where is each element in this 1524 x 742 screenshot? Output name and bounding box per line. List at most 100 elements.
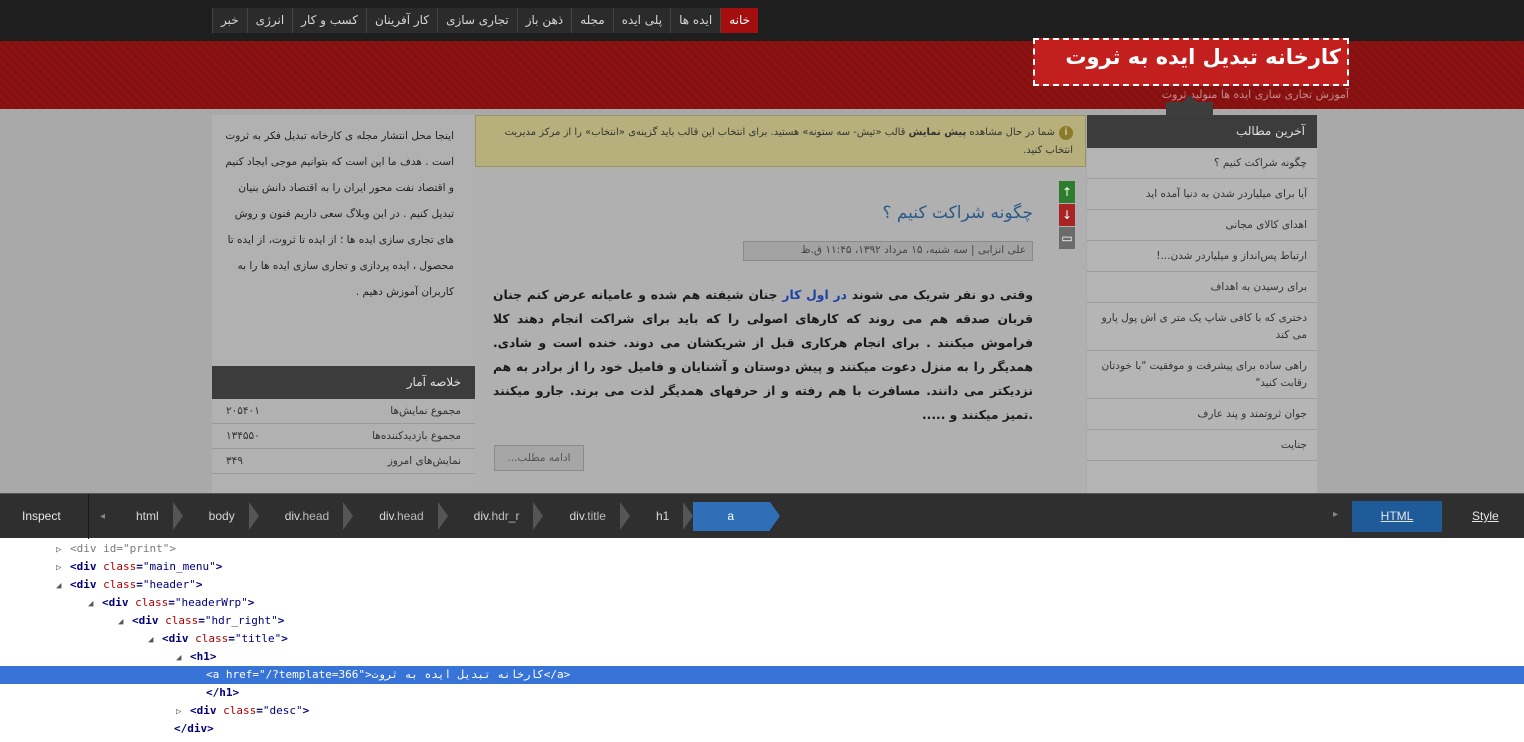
- collapse-icon[interactable]: ◢: [56, 577, 70, 595]
- breadcrumb-tag: body: [208, 509, 235, 523]
- tree-node[interactable]: </div>: [0, 720, 1524, 738]
- post-meta: علی انزابی | سه شنبه، ۱۵ مرداد ۱۳۹۲، ۱۱:…: [743, 241, 1033, 261]
- node-equals: =: [136, 560, 143, 573]
- node-attr-value: "hdr_right": [204, 614, 278, 627]
- recent-post-link[interactable]: آیا برای میلیاردر شدن به دنیا آمده اید: [1087, 179, 1317, 210]
- menu-item[interactable]: پلی ایده: [612, 8, 671, 33]
- breadcrumb-class: .hdr_r: [488, 509, 520, 523]
- node-tag: <div: [162, 632, 196, 645]
- menu-item[interactable]: ایده ها: [670, 8, 721, 33]
- node-attr-name: class: [165, 614, 199, 627]
- node-attr-value: "main_menu": [142, 560, 216, 573]
- breadcrumb-scroll-left-icon[interactable]: ◂: [100, 494, 105, 539]
- expand-icon[interactable]: ▷: [56, 559, 70, 577]
- stat-label: نمایش‌های امروز: [387, 455, 461, 467]
- menu-item[interactable]: کسب و کار: [292, 8, 366, 33]
- collapse-icon[interactable]: ◢: [148, 631, 162, 649]
- breadcrumb-scroll-right-icon[interactable]: ▸: [1333, 509, 1338, 520]
- post-excerpt: وقتی دو نفر شریک می شوند در اول کار جنان…: [493, 283, 1033, 427]
- recent-post-link[interactable]: جنایت: [1087, 430, 1317, 461]
- tree-node[interactable]: </h1>: [0, 684, 1524, 702]
- recent-post-link[interactable]: دختری که با کافی شاپ یک متر ی اش پول پار…: [1087, 303, 1317, 351]
- breadcrumb-item[interactable]: a: [693, 502, 780, 531]
- comment-icon[interactable]: ▭: [1059, 227, 1075, 249]
- menu-item[interactable]: ذهن باز: [516, 8, 572, 33]
- menu-item[interactable]: مجله: [571, 8, 613, 33]
- breadcrumb-item[interactable]: h1: [630, 502, 694, 531]
- node-equals: =: [252, 668, 259, 681]
- node-attr-name: class: [103, 578, 137, 591]
- node-tag: <div: [102, 596, 136, 609]
- tree-node[interactable]: ◢ <h1>: [0, 648, 1524, 666]
- node-equals: =: [256, 704, 263, 717]
- tree-node[interactable]: ◢ <div class="headerWrp">: [0, 594, 1524, 612]
- recent-post-link[interactable]: چگونه شراکت کنیم ؟: [1087, 148, 1317, 179]
- site-title-link[interactable]: کارخانه تبدیل ایده به ثروت: [1065, 45, 1341, 69]
- collapse-icon[interactable]: ◢: [118, 613, 132, 631]
- breadcrumb-class: .head: [299, 509, 330, 523]
- menu-item[interactable]: کار آفرینان: [365, 8, 438, 33]
- about-text: اینجا محل انتشار مجله ی کارخانه تبدیل فک…: [225, 130, 454, 298]
- recent-post-link[interactable]: برای رسیدن به اهداف: [1087, 272, 1317, 303]
- menu-item[interactable]: انرژی: [246, 8, 293, 33]
- breadcrumb-item[interactable]: html: [110, 502, 183, 531]
- node-tag: <div: [190, 704, 224, 717]
- arrow-down-icon[interactable]: ↓: [1059, 204, 1075, 226]
- screen: خبر انرژی کسب و کار کار آفرینان تجاری سازی ذه…: [0, 0, 1524, 742]
- site-description: آموزش تجاری سازی ایده ها منولید ثروت: [1161, 88, 1349, 101]
- tree-node[interactable]: ▷ <div id="print">: [0, 540, 1524, 558]
- tree-node[interactable]: ◢ <div class="title">: [0, 630, 1524, 648]
- node-close: >: [247, 596, 255, 609]
- recent-post-link[interactable]: اهدای کالای مجانی: [1087, 210, 1317, 241]
- webpage-viewport: خبر انرژی کسب و کار کار آفرینان تجاری سازی ذه…: [0, 0, 1524, 493]
- inspected-element-highlight[interactable]: کارخانه تبدیل ایده به ثروت: [1033, 38, 1349, 86]
- recent-post-link[interactable]: ارتباط پس‌انداز و میلیاردر شدن...!: [1087, 241, 1317, 272]
- arrow-up-icon[interactable]: ↑: [1059, 181, 1075, 203]
- tab-style[interactable]: Style: [1472, 509, 1499, 523]
- node-attr-value: "header": [142, 578, 196, 591]
- tree-node[interactable]: ◢ <div class="hdr_right">: [0, 612, 1524, 630]
- collapse-icon[interactable]: ◢: [176, 649, 190, 667]
- collapse-icon[interactable]: ◢: [88, 595, 102, 613]
- post-inline-link[interactable]: در اول کار: [782, 288, 847, 302]
- node-attr-value: "/?template=366": [259, 668, 365, 681]
- stat-label: مجموع بازدیدکننده‌ها: [372, 430, 461, 442]
- notice-text-bold: پیش نمایش: [908, 127, 967, 138]
- recent-post-link[interactable]: راهی ساده برای پیشرفت و موفقیت "با خودتا…: [1087, 351, 1317, 399]
- menu-item[interactable]: تجاری سازی: [437, 8, 517, 33]
- menu-item[interactable]: خبر: [212, 8, 247, 33]
- tree-node[interactable]: ▷ <div class="main_menu">: [0, 558, 1524, 576]
- top-navbar: خبر انرژی کسب و کار کار آفرینان تجاری سازی ذه…: [0, 0, 1524, 41]
- node-attr-name: id: [103, 542, 117, 555]
- node-attr-value: "title": [234, 632, 282, 645]
- tree-node[interactable]: ◢ <div class="header">: [0, 576, 1524, 594]
- tree-node[interactable]: ▷ <div class="desc">: [0, 702, 1524, 720]
- breadcrumb-item[interactable]: div.hdr_r: [448, 502, 544, 531]
- read-more-button[interactable]: ادامه مطلب...: [494, 445, 584, 471]
- content-column: iشما در حال مشاهده پیش نمایش قالب «تیش- …: [475, 115, 1086, 493]
- devtools-toolbar: Inspect ◂ html body div.head div.head div.hd…: [0, 493, 1524, 539]
- stat-row: مجموع نمایش‌ها ۲۰۵۴۰۱: [212, 399, 475, 424]
- post-title-link[interactable]: چگونه شراکت کنیم ؟: [882, 203, 1033, 223]
- breadcrumb-item[interactable]: div.title: [543, 502, 631, 531]
- inspect-button[interactable]: Inspect: [22, 494, 61, 539]
- node-close: >کارخانه تبدیل ایده به ثروت</a>: [364, 668, 571, 681]
- recent-posts-panel: آخرین مطالب چگونه شراکت کنیم ؟ آیا برای م…: [1087, 115, 1317, 493]
- breadcrumb-class: .title: [583, 509, 606, 523]
- expand-icon[interactable]: ▷: [56, 541, 70, 559]
- node-close: >: [195, 578, 203, 591]
- menu-item[interactable]: خانه: [720, 8, 759, 33]
- node-tag: <div: [70, 542, 104, 555]
- breadcrumb-item[interactable]: div.head: [259, 502, 354, 531]
- node-attr-name: class: [135, 596, 169, 609]
- expand-icon[interactable]: ▷: [176, 703, 190, 721]
- breadcrumb-item[interactable]: body: [183, 502, 259, 531]
- node-tag: </div>: [174, 722, 214, 735]
- node-close: >: [302, 704, 310, 717]
- node-equals: =: [198, 614, 205, 627]
- stat-row: مجموع بازدیدکننده‌ها ۱۳۴۵۵۰: [212, 424, 475, 449]
- tab-html[interactable]: HTML: [1352, 501, 1442, 532]
- breadcrumb-item[interactable]: div.head: [353, 502, 449, 531]
- tree-node-selected[interactable]: <a href="/?template=366">کارخانه تبدیل ا…: [0, 666, 1524, 684]
- recent-post-link[interactable]: جوان ثروتمند و پند عارف: [1087, 399, 1317, 430]
